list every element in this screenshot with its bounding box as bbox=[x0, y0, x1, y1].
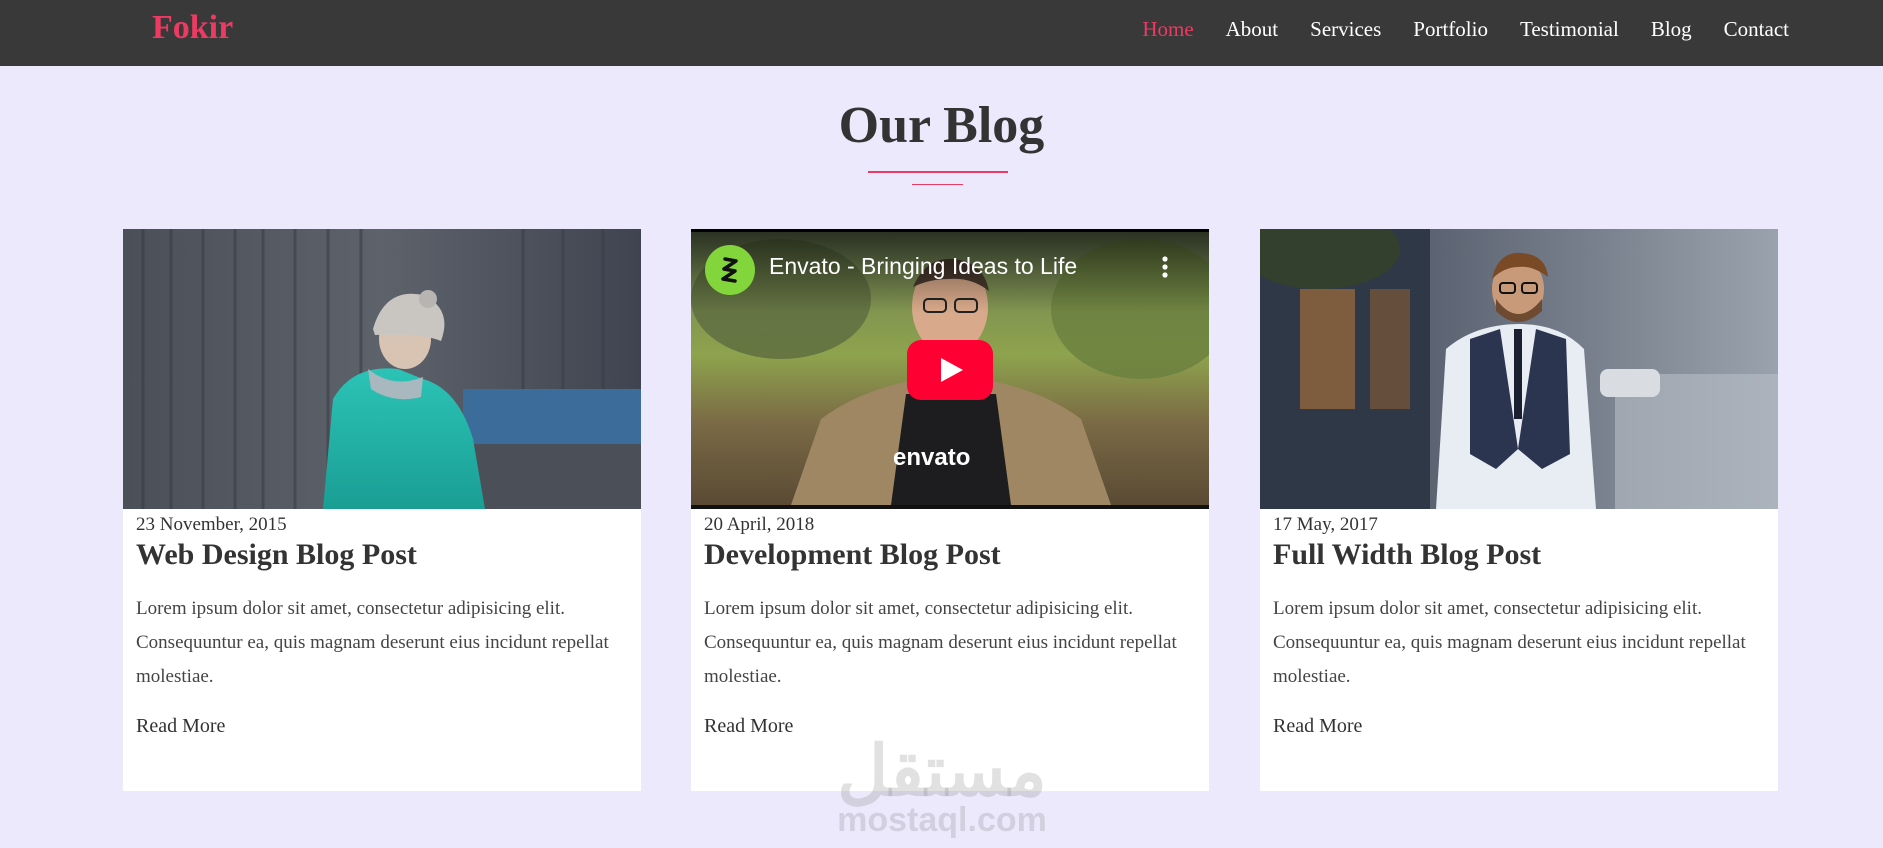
post-date: 17 May, 2017 bbox=[1273, 514, 1378, 535]
post-date: 23 November, 2015 bbox=[136, 514, 287, 535]
post-image-woman[interactable] bbox=[123, 229, 641, 509]
video-title[interactable]: Envato - Bringing Ideas to Life bbox=[769, 253, 1077, 280]
watermark: مستقل mostaql.com bbox=[828, 732, 1056, 839]
post-date: 20 April, 2018 bbox=[704, 514, 815, 535]
nav-about[interactable]: About bbox=[1210, 14, 1295, 44]
watermark-latin: mostaql.com bbox=[837, 801, 1047, 839]
section-title: Our Blog bbox=[838, 97, 1045, 154]
blog-card: envato Envato - Bringing Ideas to Life 2… bbox=[691, 229, 1209, 791]
nav-contact[interactable]: Contact bbox=[1708, 14, 1805, 44]
video-embed[interactable]: envato Envato - Bringing Ideas to Life bbox=[691, 229, 1209, 509]
nav-home[interactable]: Home bbox=[1126, 14, 1209, 44]
more-options-icon[interactable] bbox=[1161, 255, 1169, 284]
title-divider-short bbox=[912, 184, 963, 185]
blog-card: 23 November, 2015 Web Design Blog Post L… bbox=[123, 229, 641, 791]
post-excerpt: Lorem ipsum dolor sit amet, consectetur … bbox=[704, 598, 1177, 687]
channel-logo-icon[interactable] bbox=[705, 245, 755, 295]
svg-text:envato: envato bbox=[893, 444, 970, 471]
post-excerpt: Lorem ipsum dolor sit amet, consectetur … bbox=[136, 598, 609, 687]
read-more-link[interactable]: Read More bbox=[704, 714, 793, 738]
read-more-link[interactable]: Read More bbox=[1273, 714, 1362, 738]
title-divider bbox=[868, 171, 1008, 173]
read-more-link[interactable]: Read More bbox=[136, 714, 225, 738]
post-title[interactable]: Development Blog Post bbox=[704, 537, 1196, 573]
brand-logo[interactable]: Fokir bbox=[152, 8, 233, 48]
post-title[interactable]: Web Design Blog Post bbox=[136, 537, 628, 573]
nav-portfolio[interactable]: Portfolio bbox=[1397, 14, 1504, 44]
post-title[interactable]: Full Width Blog Post bbox=[1273, 537, 1765, 573]
nav-testimonial[interactable]: Testimonial bbox=[1504, 14, 1635, 44]
post-image-man[interactable] bbox=[1260, 229, 1778, 509]
nav-blog[interactable]: Blog bbox=[1635, 14, 1708, 44]
watermark-arabic: مستقل bbox=[837, 732, 1047, 810]
main-nav: Home About Services Portfolio Testimonia… bbox=[1126, 14, 1805, 44]
blog-card: 17 May, 2017 Full Width Blog Post Lorem … bbox=[1260, 229, 1778, 791]
nav-services[interactable]: Services bbox=[1294, 14, 1397, 44]
post-excerpt: Lorem ipsum dolor sit amet, consectetur … bbox=[1273, 598, 1746, 687]
play-button-icon[interactable] bbox=[907, 340, 993, 405]
navbar: Fokir Home About Services Portfolio Test… bbox=[0, 0, 1883, 66]
